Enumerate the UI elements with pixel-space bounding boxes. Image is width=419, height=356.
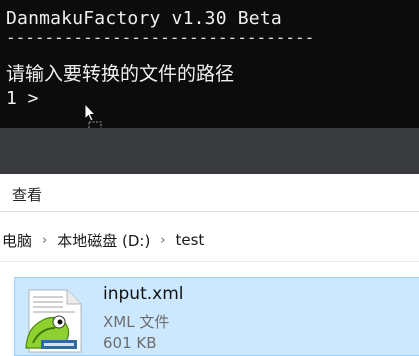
ribbon-divider: [0, 211, 419, 212]
console-prompt-text: 请输入要转换的文件的路径: [6, 63, 235, 85]
console-title-line: DanmakuFactory v1.30 Beta: [6, 8, 282, 29]
file-size: 601 KB: [103, 334, 157, 352]
console-separator: --------------------------------: [6, 28, 315, 47]
console-window[interactable]: DanmakuFactory v1.30 Beta --------------…: [0, 0, 419, 128]
breadcrumb-item-computer[interactable]: 电脑: [0, 230, 34, 251]
breadcrumb[interactable]: 电脑 › 本地磁盘 (D:) › test: [0, 229, 206, 251]
file-name: input.xml: [103, 284, 184, 304]
chevron-right-icon[interactable]: ›: [34, 233, 55, 248]
notepadpp-xml-file-icon: [25, 289, 82, 353]
file-item-input-xml[interactable]: input.xml XML 文件 601 KB: [14, 277, 419, 356]
desktop-strip: [0, 128, 419, 174]
address-divider: [0, 261, 419, 262]
breadcrumb-item-test[interactable]: test: [174, 231, 207, 249]
file-type: XML 文件: [103, 313, 170, 331]
breadcrumb-item-drive-d[interactable]: 本地磁盘 (D:): [55, 230, 152, 251]
console-input-prompt[interactable]: 1 >: [6, 88, 39, 109]
ribbon-tab-view[interactable]: 查看: [12, 184, 42, 205]
chevron-right-icon[interactable]: ›: [152, 233, 173, 248]
